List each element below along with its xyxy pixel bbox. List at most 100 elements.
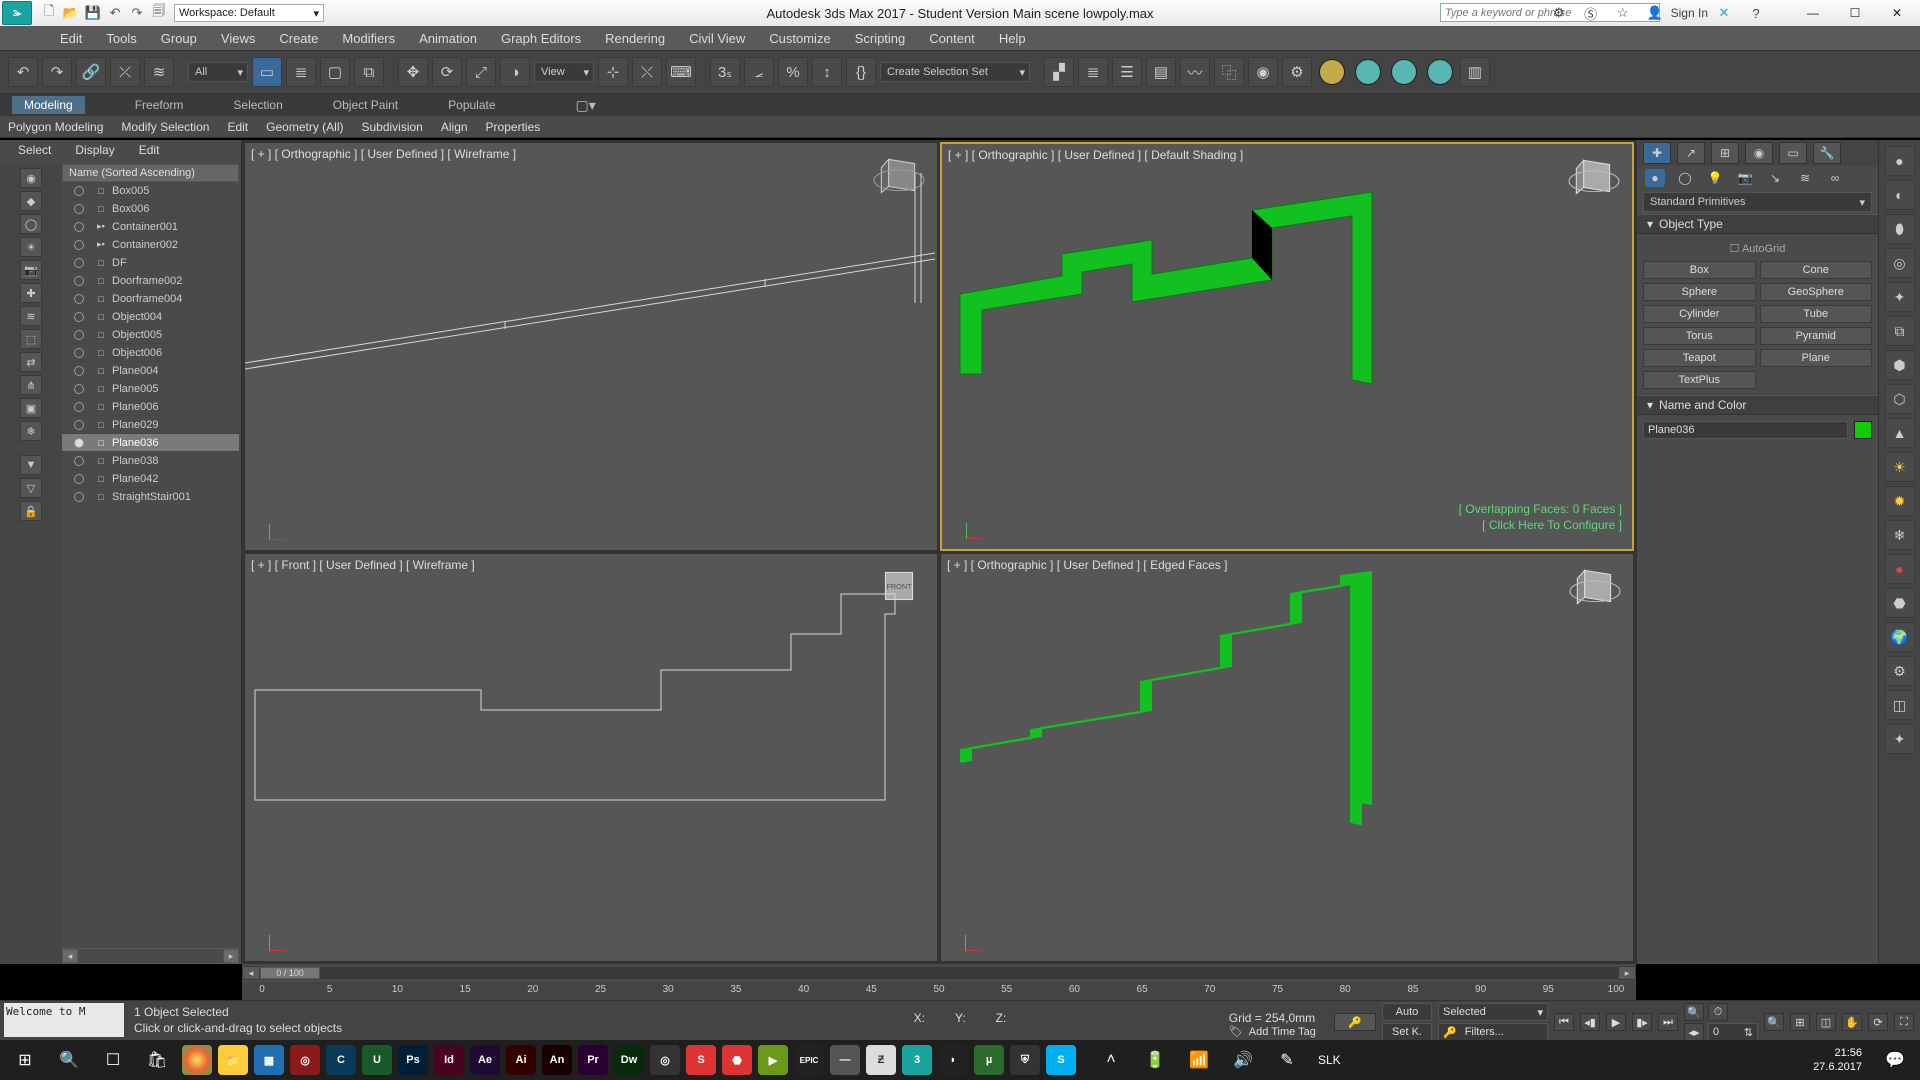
list-item[interactable]: □DF <box>62 254 239 272</box>
rollout-object-type[interactable]: ▾ Object Type <box>1637 214 1878 234</box>
visibility-toggle-icon[interactable] <box>74 258 84 268</box>
edit-named-sel-button[interactable]: {} <box>846 57 876 87</box>
filter-locked-icon[interactable]: 🔒 <box>20 501 42 521</box>
goto-end-button[interactable]: ⏭ <box>1658 1013 1678 1031</box>
scroll-right-icon[interactable]: ▸ <box>223 949 239 963</box>
display-frozen-icon[interactable]: ❄ <box>20 421 42 441</box>
motion-tab-icon[interactable]: ◉ <box>1745 142 1773 164</box>
link-button[interactable]: 🔗 <box>76 57 106 87</box>
cameras-subtab-icon[interactable]: 📷 <box>1735 169 1755 187</box>
tray-chevron-icon[interactable]: ˄ <box>1092 1043 1130 1077</box>
spacewarps-subtab-icon[interactable]: ≋ <box>1795 169 1815 187</box>
visibility-toggle-icon[interactable] <box>74 186 84 196</box>
explorer-hscroll[interactable]: ◂ ▸ <box>62 948 239 964</box>
viewport-top-right[interactable]: [ + ] [ Orthographic ] [ User Defined ] … <box>940 142 1634 551</box>
zbrush-icon[interactable]: Ƶ <box>866 1045 896 1075</box>
task-view-icon[interactable]: ☐ <box>94 1043 132 1077</box>
app-icon[interactable]: 3▸ <box>2 1 32 25</box>
toggle-ribbon-button[interactable]: ▤ <box>1146 57 1176 87</box>
move-button[interactable]: ✥ <box>398 57 428 87</box>
display-bones-icon[interactable]: ⋔ <box>20 375 42 395</box>
object-name-input[interactable] <box>1643 421 1848 439</box>
rotate-button[interactable]: ⟳ <box>432 57 462 87</box>
favorites-icon[interactable]: ☆ <box>1607 2 1639 24</box>
visibility-toggle-icon[interactable] <box>74 222 84 232</box>
primitive-geosphere-button[interactable]: GeoSphere <box>1760 283 1873 301</box>
epic-icon[interactable]: EPIC <box>794 1045 824 1075</box>
visibility-toggle-icon[interactable] <box>74 402 84 412</box>
infocenter-icon[interactable]: ⚙ <box>1543 2 1575 24</box>
menu-civilview[interactable]: Civil View <box>689 31 745 46</box>
display-xrefs-icon[interactable]: ⇄ <box>20 352 42 372</box>
render-production-button[interactable]: ▥ <box>1460 57 1490 87</box>
tray-wifi-icon[interactable]: 📶 <box>1180 1043 1218 1077</box>
scroll-left-icon[interactable]: ◂ <box>62 949 78 963</box>
bind-spacewarper-button[interactable]: ≋ <box>144 57 174 87</box>
add-time-tag-button[interactable]: 🏷 Add Time Tag <box>1229 1025 1316 1038</box>
teapot-render-icon[interactable] <box>1319 59 1345 85</box>
workspace-combo[interactable]: Workspace: Default ▾ <box>174 4 324 22</box>
indesign-icon[interactable]: Id <box>434 1045 464 1075</box>
explorer-menu-select[interactable]: Select <box>18 143 51 157</box>
display-groups-icon[interactable]: ⬚ <box>20 329 42 349</box>
list-item[interactable]: □Object006 <box>62 344 239 362</box>
menu-group[interactable]: Group <box>161 31 197 46</box>
qat-undo-icon[interactable]: ↶ <box>104 3 126 23</box>
tray-volume-icon[interactable]: 🔊 <box>1224 1043 1262 1077</box>
menu-customize[interactable]: Customize <box>769 31 830 46</box>
help-icon[interactable]: ? <box>1740 2 1772 24</box>
primitive-cone-button[interactable]: Cone <box>1760 261 1873 279</box>
menu-content[interactable]: Content <box>929 31 975 46</box>
qat-open-icon[interactable]: 📂 <box>60 3 82 23</box>
ribbon-tab-freeform[interactable]: Freeform <box>135 98 184 112</box>
ribbon-tab-populate[interactable]: Populate <box>448 98 495 112</box>
object-color-swatch[interactable] <box>1854 421 1872 439</box>
spinner-snap-button[interactable]: ↕ <box>812 57 842 87</box>
chrome-icon[interactable] <box>182 1045 212 1075</box>
visibility-toggle-icon[interactable] <box>74 438 84 448</box>
coord-y[interactable]: Y: <box>955 1011 966 1025</box>
vt-btn-15-icon[interactable]: 🌍 <box>1885 622 1915 652</box>
lights-subtab-icon[interactable]: 💡 <box>1705 169 1725 187</box>
list-item[interactable]: □Plane036 <box>62 434 239 452</box>
ribbon-tab-objectpaint[interactable]: Object Paint <box>333 98 398 112</box>
explorer-icon[interactable]: 📁 <box>218 1045 248 1075</box>
tray-lang-label[interactable]: SLK <box>1318 1053 1341 1067</box>
vt-btn-6-icon[interactable]: ⧉ <box>1885 316 1915 346</box>
scale-button[interactable]: ⤢ <box>466 57 496 87</box>
list-item[interactable]: □Plane004 <box>62 362 239 380</box>
illustrator-icon[interactable]: Ai <box>506 1045 536 1075</box>
vt-btn-5-icon[interactable]: ✦ <box>1885 282 1915 312</box>
shapes-subtab-icon[interactable]: ◯ <box>1675 169 1695 187</box>
big-key-button[interactable]: 🔑 <box>1334 1013 1376 1031</box>
start-button-icon[interactable]: ⊞ <box>6 1043 44 1077</box>
vt-btn-14-icon[interactable]: ⬣ <box>1885 588 1915 618</box>
menu-create[interactable]: Create <box>279 31 318 46</box>
skype-icon[interactable]: S <box>1046 1045 1076 1075</box>
vt-btn-10-icon[interactable]: ☀ <box>1885 452 1915 482</box>
display-geometry-icon[interactable]: ◆ <box>20 191 42 211</box>
visibility-toggle-icon[interactable] <box>74 492 84 502</box>
transform-typein[interactable]: X: Y: Z: <box>914 1011 1007 1025</box>
tray-clock[interactable]: 21:56 27.6.2017 <box>1813 1046 1870 1074</box>
vp-nav-zoomall-icon[interactable]: ⊞ <box>1790 1013 1810 1031</box>
ribbon-sub-subdivide[interactable]: Subdivision <box>361 120 422 134</box>
app-icon-1[interactable]: ▦ <box>254 1045 284 1075</box>
primitive-torus-button[interactable]: Torus <box>1643 327 1756 345</box>
vp-nav-zoom-icon[interactable]: 🔍 <box>1764 1013 1784 1031</box>
animate-icon[interactable]: An <box>542 1045 572 1075</box>
hierarchy-tab-icon[interactable]: ⊞ <box>1711 142 1739 164</box>
systems-subtab-icon[interactable]: ∞ <box>1825 169 1845 187</box>
app-icon-6[interactable]: ⬣ <box>722 1045 752 1075</box>
render-setup-button[interactable]: ⚙ <box>1282 57 1312 87</box>
menu-modifiers[interactable]: Modifiers <box>342 31 395 46</box>
visibility-toggle-icon[interactable] <box>74 384 84 394</box>
primitive-plane-button[interactable]: Plane <box>1760 349 1873 367</box>
auto-key-button[interactable]: Auto <box>1382 1003 1432 1021</box>
select-object-button[interactable]: ▭ <box>252 57 282 87</box>
menu-animation[interactable]: Animation <box>419 31 477 46</box>
vt-btn-4-icon[interactable]: ◎ <box>1885 248 1915 278</box>
list-item[interactable]: □Plane029 <box>62 416 239 434</box>
tray-battery-icon[interactable]: 🔋 <box>1136 1043 1174 1077</box>
next-frame-button[interactable]: ▮▸ <box>1632 1013 1652 1031</box>
